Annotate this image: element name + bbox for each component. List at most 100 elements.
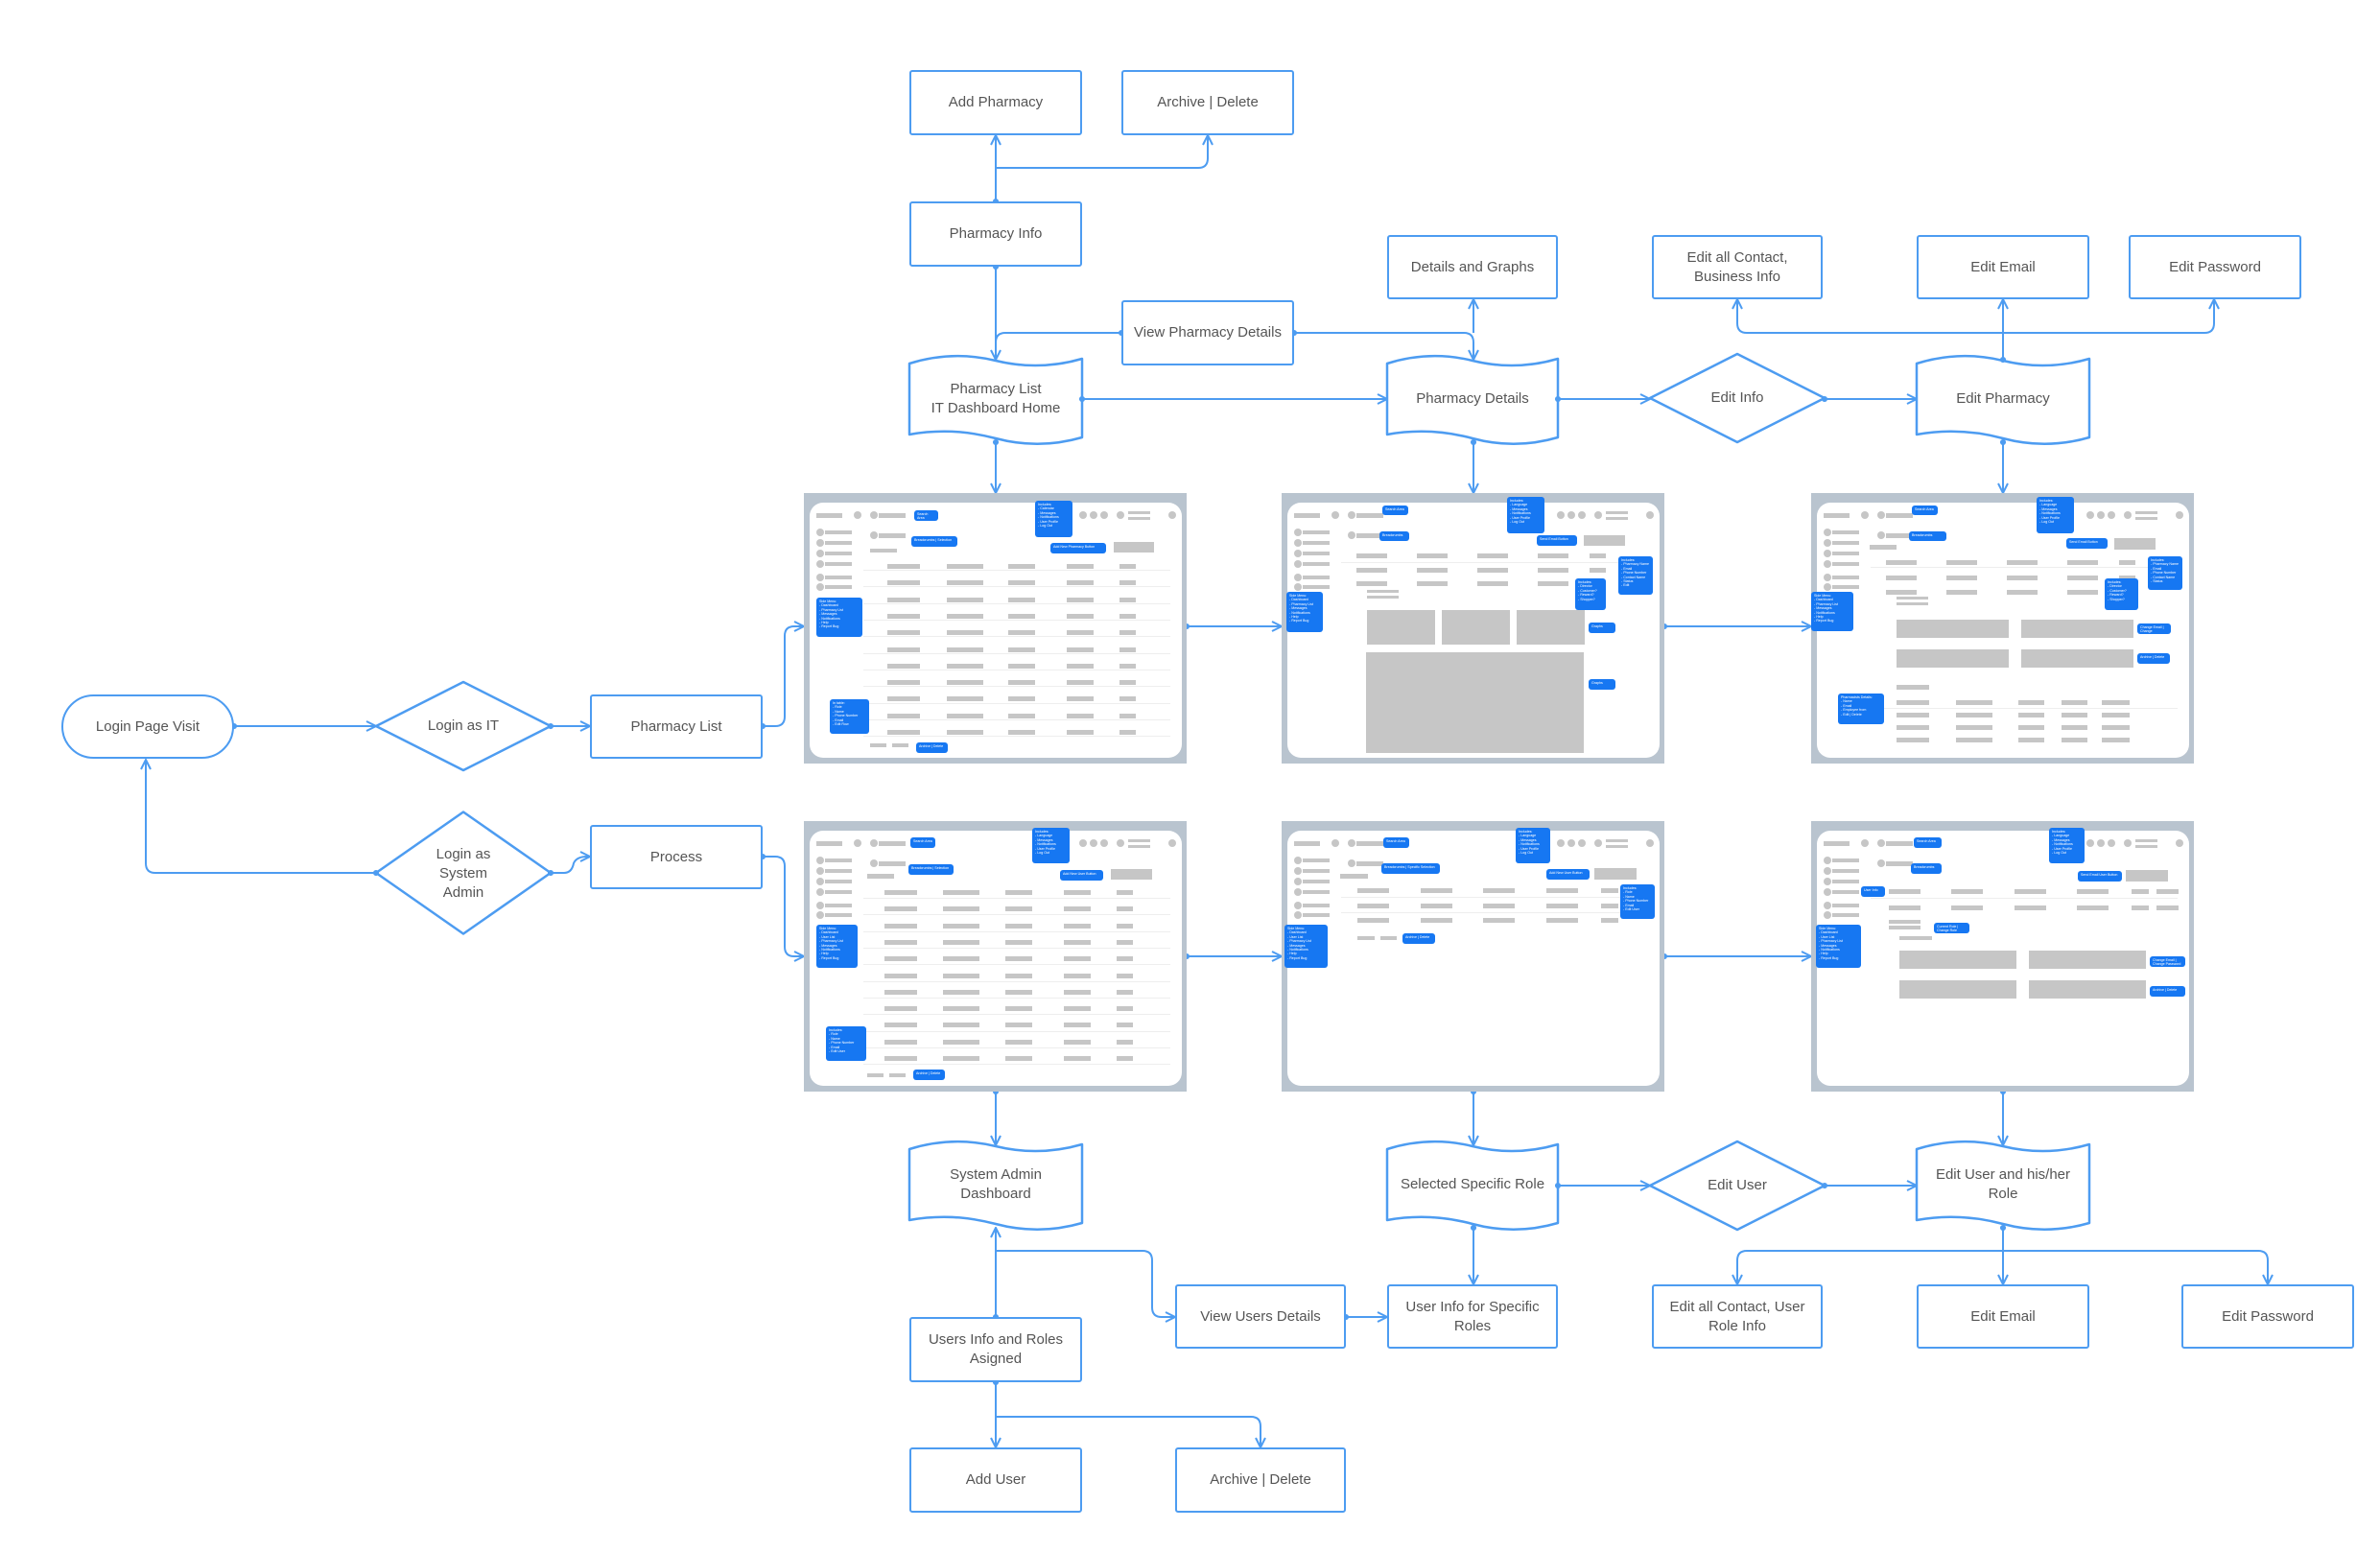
annotation-callout: Includes: - Language - Messages - Notifi… <box>2049 828 2085 863</box>
placeholder-bar <box>825 585 852 589</box>
placeholder-icon <box>1079 511 1087 519</box>
table-divider <box>863 719 1170 720</box>
placeholder-bar <box>943 989 979 995</box>
placeholder-bar <box>947 647 983 652</box>
placeholder-bar <box>887 564 920 569</box>
placeholder-icon <box>854 511 861 519</box>
placeholder-bar <box>1584 535 1625 546</box>
placeholder-bar <box>1005 1039 1032 1045</box>
placeholder-bar <box>1483 903 1515 908</box>
annotation-callout: Add New User Button <box>1060 870 1103 881</box>
edit-email-bottom-box: Edit Email <box>1917 1284 2089 1349</box>
placeholder-icon <box>1557 511 1565 519</box>
placeholder-bar <box>1824 841 1850 846</box>
annotation-callout: Change Email | Change Password <box>2150 956 2185 967</box>
placeholder-bar <box>1357 936 1375 940</box>
placeholder-bar <box>947 713 983 718</box>
edit-email-top-box: Edit Email <box>1917 235 2089 299</box>
placeholder-bar <box>943 939 979 945</box>
annotation-callout: Search Area <box>1912 506 1938 515</box>
placeholder-bar <box>1067 564 1094 569</box>
view-pharmacy-details-box: View Pharmacy Details <box>1121 300 1294 365</box>
placeholder-bar <box>2067 590 2098 595</box>
placeholder-icon <box>1294 539 1302 547</box>
annotation-callout: Includes: - Role - Name - Phone Number -… <box>1620 884 1655 919</box>
placeholder-icon <box>816 902 824 909</box>
connector-arrow <box>763 626 804 726</box>
annotation-callout: Breadcrumbs <box>1909 531 1946 541</box>
placeholder-bar <box>1832 890 1859 894</box>
placeholder-bar <box>1064 989 1091 995</box>
placeholder-bar <box>1538 567 1568 573</box>
placeholder-bar <box>825 880 852 883</box>
placeholder-icon <box>2108 511 2115 519</box>
login-as-system-admin-decision: Login as System Admin <box>436 845 491 901</box>
placeholder-bar <box>1117 1023 1133 1028</box>
placeholder-bar <box>2015 905 2046 910</box>
connector-arrow <box>996 135 1208 169</box>
placeholder-bar <box>825 552 852 555</box>
placeholder-bar <box>2062 738 2087 742</box>
placeholder-bar <box>2007 575 2038 580</box>
placeholder-bar <box>1005 1056 1032 1061</box>
placeholder-bar <box>943 1023 979 1028</box>
placeholder-icon <box>1348 511 1355 519</box>
placeholder-bar <box>1870 545 1897 550</box>
table-divider <box>863 898 1170 899</box>
table-divider <box>863 948 1170 949</box>
placeholder-bar <box>2077 889 2109 894</box>
placeholder-bar <box>1956 738 1992 742</box>
placeholder-bar <box>887 713 920 718</box>
placeholder-bar <box>1356 513 1383 518</box>
placeholder-bar <box>1067 696 1094 702</box>
pharmacy-details-wireframe: Search Area Includes: - Language - Messag… <box>1282 493 1664 764</box>
placeholder-icon <box>1294 583 1302 591</box>
details-and-graphs-box: Details and Graphs <box>1387 235 1558 299</box>
placeholder-bar <box>1356 581 1387 586</box>
placeholder-bar <box>1117 1056 1133 1061</box>
placeholder-icon <box>816 550 824 557</box>
placeholder-bar <box>884 923 917 929</box>
placeholder-bar <box>1064 956 1091 962</box>
table-divider <box>863 636 1170 637</box>
placeholder-bar <box>1128 839 1150 842</box>
placeholder-bar <box>816 513 842 518</box>
placeholder-bar <box>1119 597 1136 602</box>
placeholder-bar <box>2067 575 2098 580</box>
placeholder-icon <box>1079 839 1087 847</box>
placeholder-bar <box>1594 868 1637 880</box>
annotation-callout: Pharmacists Details: - Name - Email - Em… <box>1838 694 1884 724</box>
placeholder-bar <box>1303 562 1330 566</box>
placeholder-icon <box>1294 857 1302 864</box>
annotation-callout: Includes: - Language - Messages - Notifi… <box>2037 497 2074 533</box>
placeholder-bar <box>1897 738 1929 742</box>
annotation-callout: Archive | Delete <box>913 1070 945 1080</box>
edit-user-decision: Edit User <box>1708 1177 1767 1193</box>
placeholder-icon <box>2176 839 2183 847</box>
placeholder-bar <box>1601 888 1618 893</box>
placeholder-bar <box>1546 918 1578 923</box>
placeholder-icon <box>2176 511 2183 519</box>
placeholder-bar <box>1119 630 1136 636</box>
placeholder-bar <box>943 973 979 978</box>
table-divider <box>863 653 1170 654</box>
placeholder-bar <box>1606 517 1628 520</box>
connector-arrow <box>996 1250 1175 1317</box>
placeholder-bar <box>1886 560 1917 565</box>
placeholder-icon <box>2097 511 2105 519</box>
annotation-callout: Side Menu: - Dashboard - User List - Pha… <box>1284 925 1328 968</box>
placeholder-icon <box>1824 911 1831 919</box>
placeholder-bar <box>1008 663 1035 669</box>
placeholder-bar <box>1421 903 1452 908</box>
placeholder-bar <box>1294 513 1320 518</box>
placeholder-bar <box>1119 647 1136 652</box>
placeholder-bar <box>1367 590 1399 593</box>
placeholder-bar <box>2126 870 2168 882</box>
add-pharmacy-box: Add Pharmacy <box>909 70 1082 135</box>
placeholder-bar <box>887 647 920 652</box>
placeholder-icon <box>854 839 861 847</box>
table-divider <box>863 964 1170 965</box>
placeholder-bar <box>1832 530 1859 534</box>
placeholder-bar <box>887 680 920 686</box>
placeholder-bar <box>1064 906 1091 912</box>
